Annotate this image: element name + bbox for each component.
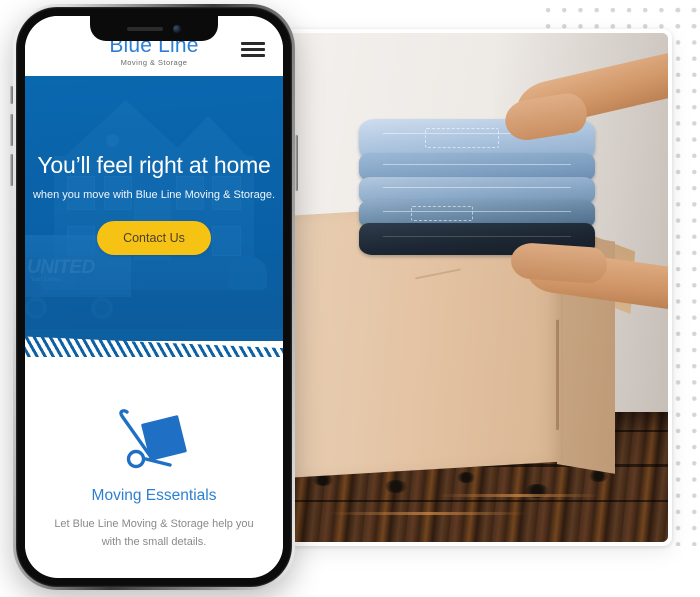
phone-notch bbox=[90, 16, 218, 41]
phone-body: Blue Line Moving & Storage You’ll feel r… bbox=[10, 7, 298, 587]
striped-divider bbox=[25, 329, 283, 381]
screenshot-stage: Blue Line Moving & Storage You’ll feel r… bbox=[0, 0, 700, 597]
volume-up-button[interactable] bbox=[10, 114, 13, 146]
contact-us-button[interactable]: Contact Us bbox=[97, 221, 211, 255]
phone-mockup: Blue Line Moving & Storage You’ll feel r… bbox=[10, 4, 298, 590]
phone-screen: Blue Line Moving & Storage You’ll feel r… bbox=[25, 16, 283, 578]
hero-subtitle: when you move with Blue Line Moving & St… bbox=[32, 189, 276, 201]
moving-photo bbox=[289, 33, 668, 542]
photo-card bbox=[285, 29, 672, 546]
moving-essentials-section: Moving Essentials Let Blue Line Moving &… bbox=[25, 381, 283, 562]
hand-lower-fingers bbox=[509, 241, 609, 285]
divider-mask bbox=[25, 357, 283, 381]
mute-switch[interactable] bbox=[10, 86, 13, 104]
volume-down-button[interactable] bbox=[10, 154, 13, 186]
hamburger-menu-icon[interactable] bbox=[241, 42, 265, 57]
hero-content: You’ll feel right at home when you move … bbox=[25, 76, 283, 331]
power-button[interactable] bbox=[295, 135, 298, 191]
dot-grid-pattern-right bbox=[668, 0, 700, 546]
essentials-title: Moving Essentials bbox=[91, 487, 217, 504]
folded-jeans-stack bbox=[359, 119, 595, 255]
logo-tagline: Moving & Storage bbox=[120, 58, 188, 68]
earpiece-speaker-icon bbox=[127, 26, 163, 31]
hero-title: You’ll feel right at home bbox=[37, 152, 271, 178]
hero-section: UNITED Van Lines You’ll feel right at ho… bbox=[25, 76, 283, 331]
front-camera-icon bbox=[173, 24, 181, 33]
hand-truck-dolly-icon bbox=[119, 409, 187, 469]
essentials-body: Let Blue Line Moving & Storage help you … bbox=[54, 518, 254, 548]
